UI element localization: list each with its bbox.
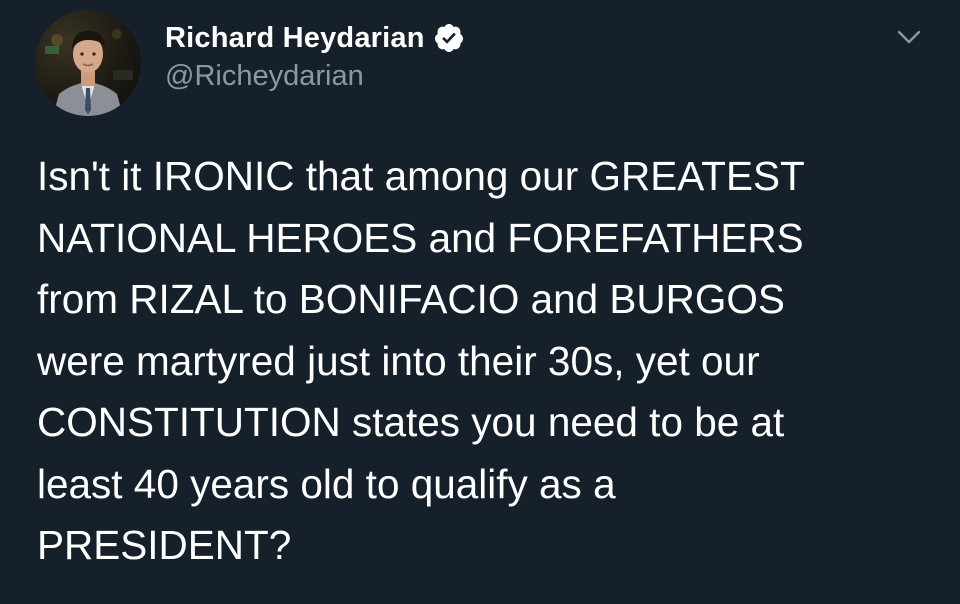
author-header: Richard Heydarian @Richeydarian [165,18,465,93]
avatar[interactable] [35,10,141,116]
author-handle[interactable]: @Richeydarian [165,60,465,93]
chevron-down-icon[interactable] [894,22,924,52]
display-name[interactable]: Richard Heydarian [165,22,425,55]
tweet-text: Isn't it IRONIC that among our GREATEST … [37,153,805,568]
tweet-card: Richard Heydarian @Richeydarian Isn't it… [0,0,960,604]
name-row: Richard Heydarian [165,18,465,58]
verified-badge-icon [433,22,465,54]
